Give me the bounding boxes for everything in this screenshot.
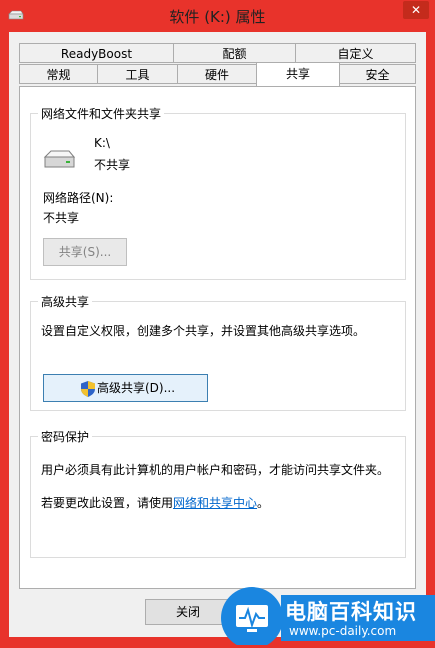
- network-share-group: 网络文件和文件夹共享 K:\ 不共享 网络路径(N): 不共享 共享(S)...: [30, 105, 406, 280]
- drive-path: K:\: [94, 136, 110, 150]
- sharing-tab-panel: 网络文件和文件夹共享 K:\ 不共享 网络路径(N): 不共享 共享(S)...…: [19, 86, 416, 589]
- tab-quota[interactable]: 配额: [173, 43, 296, 63]
- tab-sharing[interactable]: 共享: [256, 62, 340, 86]
- window-title: 软件 (K:) 属性: [169, 8, 266, 26]
- uac-shield-icon: [81, 381, 95, 397]
- password-change-prefix: 若要更改此设置，请使用: [41, 496, 174, 510]
- tab-general[interactable]: 常规: [19, 64, 98, 84]
- advanced-share-description: 设置自定义权限，创建多个共享，并设置其他高级共享选项。: [41, 324, 366, 338]
- tab-readyboost[interactable]: ReadyBoost: [19, 43, 174, 63]
- advanced-share-button[interactable]: 高级共享(D)...: [43, 374, 208, 402]
- close-window-button[interactable]: ✕: [403, 1, 429, 19]
- password-protection-group-title: 密码保护: [38, 428, 93, 445]
- advanced-share-group: 高级共享 设置自定义权限，创建多个共享，并设置其他高级共享选项。 高级共享(D)…: [30, 293, 406, 411]
- site-watermark: 电脑百科知识 www.pc-daily.com: [219, 585, 435, 648]
- tab-tools[interactable]: 工具: [97, 64, 178, 84]
- watermark-brand: 电脑百科知识: [285, 600, 417, 624]
- tab-customize[interactable]: 自定义: [295, 43, 416, 63]
- watermark-url: www.pc-daily.com: [289, 624, 397, 638]
- password-change-suffix: 。: [257, 496, 270, 510]
- network-path-label: 网络路径(N):: [43, 191, 114, 205]
- password-change-instruction: 若要更改此设置，请使用网络和共享中心。: [41, 494, 269, 511]
- password-protection-group: 密码保护 用户必须具有此计算机的用户帐户和密码，才能访问共享文件夹。 若要更改此…: [30, 428, 406, 558]
- advanced-share-button-label: 高级共享(D)...: [97, 381, 176, 395]
- network-path-value: 不共享: [43, 211, 80, 225]
- network-sharing-center-link[interactable]: 网络和共享中心: [173, 496, 257, 510]
- tab-security[interactable]: 安全: [339, 64, 416, 84]
- advanced-share-group-title: 高级共享: [38, 293, 93, 310]
- network-share-group-title: 网络文件和文件夹共享: [38, 105, 165, 122]
- drive-share-status: 不共享: [94, 158, 131, 172]
- title-bar: 软件 (K:) 属性 ✕: [0, 0, 435, 32]
- password-protection-description: 用户必须具有此计算机的用户帐户和密码，才能访问共享文件夹。: [41, 463, 390, 477]
- tab-hardware[interactable]: 硬件: [177, 64, 257, 84]
- drive-icon: [43, 150, 75, 168]
- share-button[interactable]: 共享(S)...: [43, 238, 127, 266]
